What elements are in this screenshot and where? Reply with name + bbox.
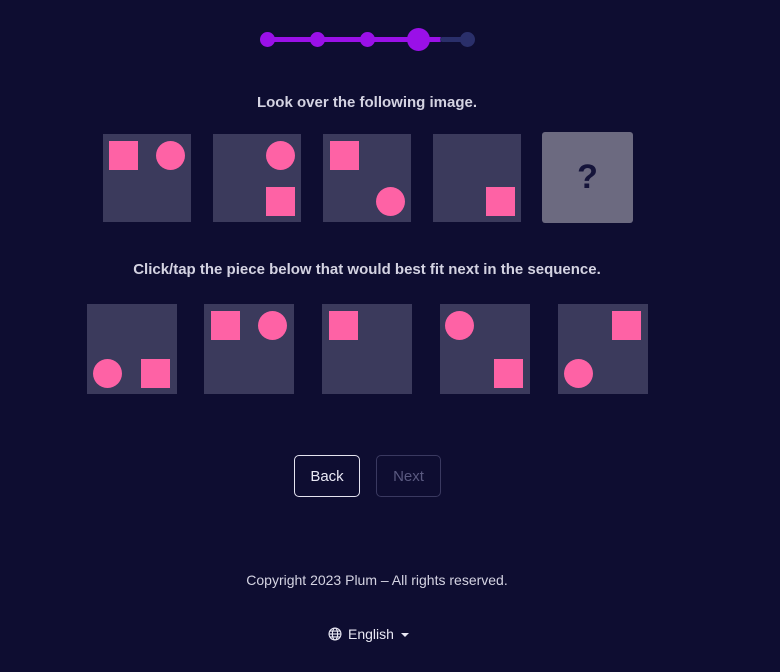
back-button[interactable]: Back — [294, 455, 360, 497]
step-3-dot — [360, 32, 375, 47]
square-shape — [266, 187, 295, 216]
globe-icon — [328, 627, 342, 641]
sequence-tile-2 — [213, 134, 301, 222]
square-shape — [494, 359, 523, 388]
circle-shape — [258, 311, 287, 340]
sequence-tile-3 — [323, 134, 411, 222]
square-shape — [141, 359, 170, 388]
step-2-dot — [310, 32, 325, 47]
chevron-down-icon — [400, 632, 409, 637]
step-5-dot — [460, 32, 475, 47]
answer-option-3[interactable] — [322, 304, 412, 394]
square-shape — [612, 311, 641, 340]
answer-option-2[interactable] — [204, 304, 294, 394]
step-4-dot-current — [407, 28, 430, 51]
circle-shape — [156, 141, 185, 170]
sequence-tile-unknown: ? — [542, 132, 633, 223]
sequence-tile-4 — [433, 134, 521, 222]
circle-shape — [376, 187, 405, 216]
next-button[interactable]: Next — [376, 455, 441, 497]
circle-shape — [445, 311, 474, 340]
answer-option-1[interactable] — [87, 304, 177, 394]
square-shape — [329, 311, 358, 340]
square-shape — [211, 311, 240, 340]
sequence-tile-1 — [103, 134, 191, 222]
answer-option-4[interactable] — [440, 304, 530, 394]
circle-shape — [266, 141, 295, 170]
progress-stepper — [0, 0, 780, 80]
instruction-choose: Click/tap the piece below that would bes… — [133, 261, 601, 278]
answer-option-5[interactable] — [558, 304, 648, 394]
copyright-text: Copyright 2023 Plum – All rights reserve… — [246, 572, 508, 588]
circle-shape — [93, 359, 122, 388]
circle-shape — [564, 359, 593, 388]
square-shape — [109, 141, 138, 170]
language-selector[interactable]: English — [328, 626, 409, 642]
step-1-dot — [260, 32, 275, 47]
instruction-look: Look over the following image. — [256, 94, 478, 111]
square-shape — [486, 187, 515, 216]
language-label: English — [348, 626, 394, 642]
square-shape — [330, 141, 359, 170]
